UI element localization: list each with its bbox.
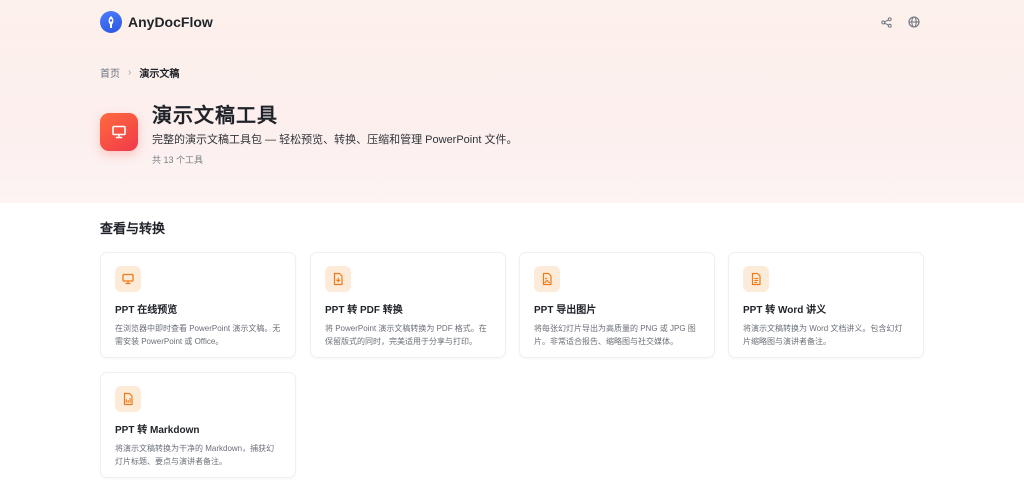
tool-count: 共 13 个工具 <box>152 155 204 165</box>
markdown-file-icon <box>115 386 141 412</box>
image-file-icon <box>534 266 560 292</box>
globe-icon[interactable] <box>908 16 920 28</box>
card-description: 将 PowerPoint 演示文稿转换为 PDF 格式。在保留版式的同时，完美适… <box>325 324 487 346</box>
card-description: 将演示文稿转换为干净的 Markdown，捕获幻灯片标题、要点与演讲者备注。 <box>115 444 275 466</box>
card-title: PPT 导出图片 <box>534 305 597 316</box>
breadcrumb: 首页 › 演示文稿 <box>100 65 179 80</box>
card-title: PPT 转 PDF 转换 <box>325 305 403 316</box>
presentation-icon <box>115 266 141 292</box>
pdf-file-icon <box>325 266 351 292</box>
card-title: PPT 在线预览 <box>115 305 178 316</box>
section-title: 查看与转换 <box>100 221 166 236</box>
top-bar: AnyDocFlow <box>100 10 924 34</box>
brand-name: AnyDocFlow <box>128 14 213 30</box>
tool-card-ppt-to-word[interactable]: PPT 转 Word 讲义 将演示文稿转换为 Word 文档讲义。包含幻灯片缩略… <box>728 252 924 358</box>
card-description: 在浏览器中即时查看 PowerPoint 演示文稿。无需安装 PowerPoin… <box>115 324 281 346</box>
card-description: 将演示文稿转换为 Word 文档讲义。包含幻灯片缩略图与演讲者备注。 <box>743 324 903 346</box>
presentation-icon <box>100 113 138 151</box>
breadcrumb-home-link[interactable]: 首页 <box>100 65 120 80</box>
breadcrumb-separator: › <box>128 67 132 78</box>
document-icon <box>743 266 769 292</box>
brand-logo-icon <box>100 11 122 33</box>
card-title: PPT 转 Word 讲义 <box>743 305 827 316</box>
page-description: 完整的演示文稿工具包 — 轻松预览、转换、压缩和管理 PowerPoint 文件… <box>152 134 518 146</box>
tool-card-ppt-to-markdown[interactable]: PPT 转 Markdown 将演示文稿转换为干净的 Markdown，捕获幻灯… <box>100 372 296 478</box>
tool-card-ppt-to-pdf[interactable]: PPT 转 PDF 转换 将 PowerPoint 演示文稿转换为 PDF 格式… <box>310 252 506 358</box>
breadcrumb-current: 演示文稿 <box>139 69 180 80</box>
tool-card-ppt-preview[interactable]: PPT 在线预览 在浏览器中即时查看 PowerPoint 演示文稿。无需安装 … <box>100 252 296 358</box>
top-actions <box>881 16 920 28</box>
card-title: PPT 转 Markdown <box>115 425 200 436</box>
share-icon[interactable] <box>881 16 892 28</box>
tool-card-ppt-to-image[interactable]: PPT 导出图片 将每张幻灯片导出为高质量的 PNG 或 JPG 图片。非常适合… <box>519 252 715 358</box>
brand-link[interactable]: AnyDocFlow <box>100 11 213 33</box>
page-title: 演示文稿工具 <box>152 105 278 127</box>
card-description: 将每张幻灯片导出为高质量的 PNG 或 JPG 图片。非常适合报告、缩略图与社交… <box>534 324 696 346</box>
